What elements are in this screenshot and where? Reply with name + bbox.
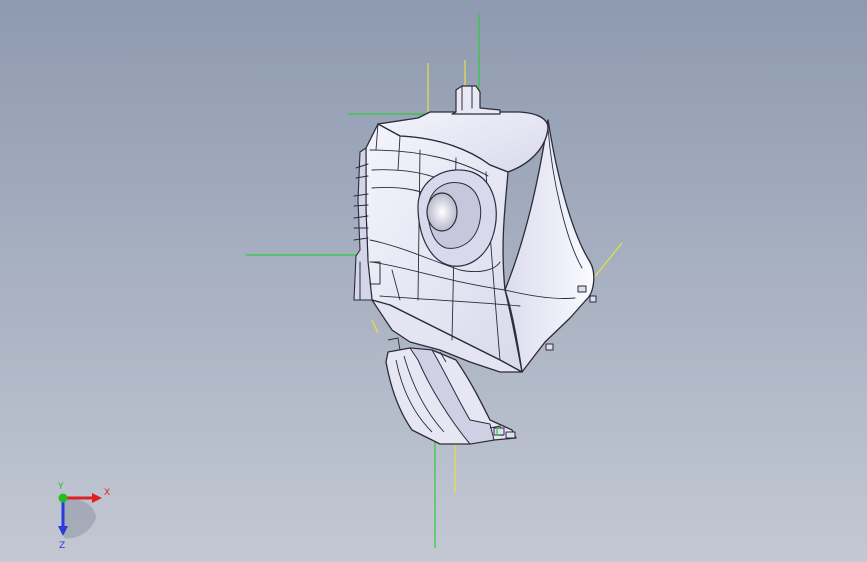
mounting-hole <box>426 192 458 232</box>
triad-x-arrow <box>92 493 102 503</box>
triad-x-label: X <box>104 488 110 498</box>
triad-y-axis-dot <box>58 493 68 503</box>
coordinate-triad: X Y Z <box>57 482 110 551</box>
model-scene[interactable] <box>0 0 867 562</box>
triad-z-label: Z <box>59 541 65 551</box>
reference-plane-left <box>371 319 379 334</box>
housing-body[interactable] <box>353 85 597 373</box>
3d-viewport[interactable]: X Y Z <box>0 0 867 562</box>
reference-plane-right <box>591 242 623 281</box>
triad-y-label: Y <box>57 482 64 492</box>
triad-shadow <box>64 498 96 539</box>
top-connector <box>451 85 501 115</box>
